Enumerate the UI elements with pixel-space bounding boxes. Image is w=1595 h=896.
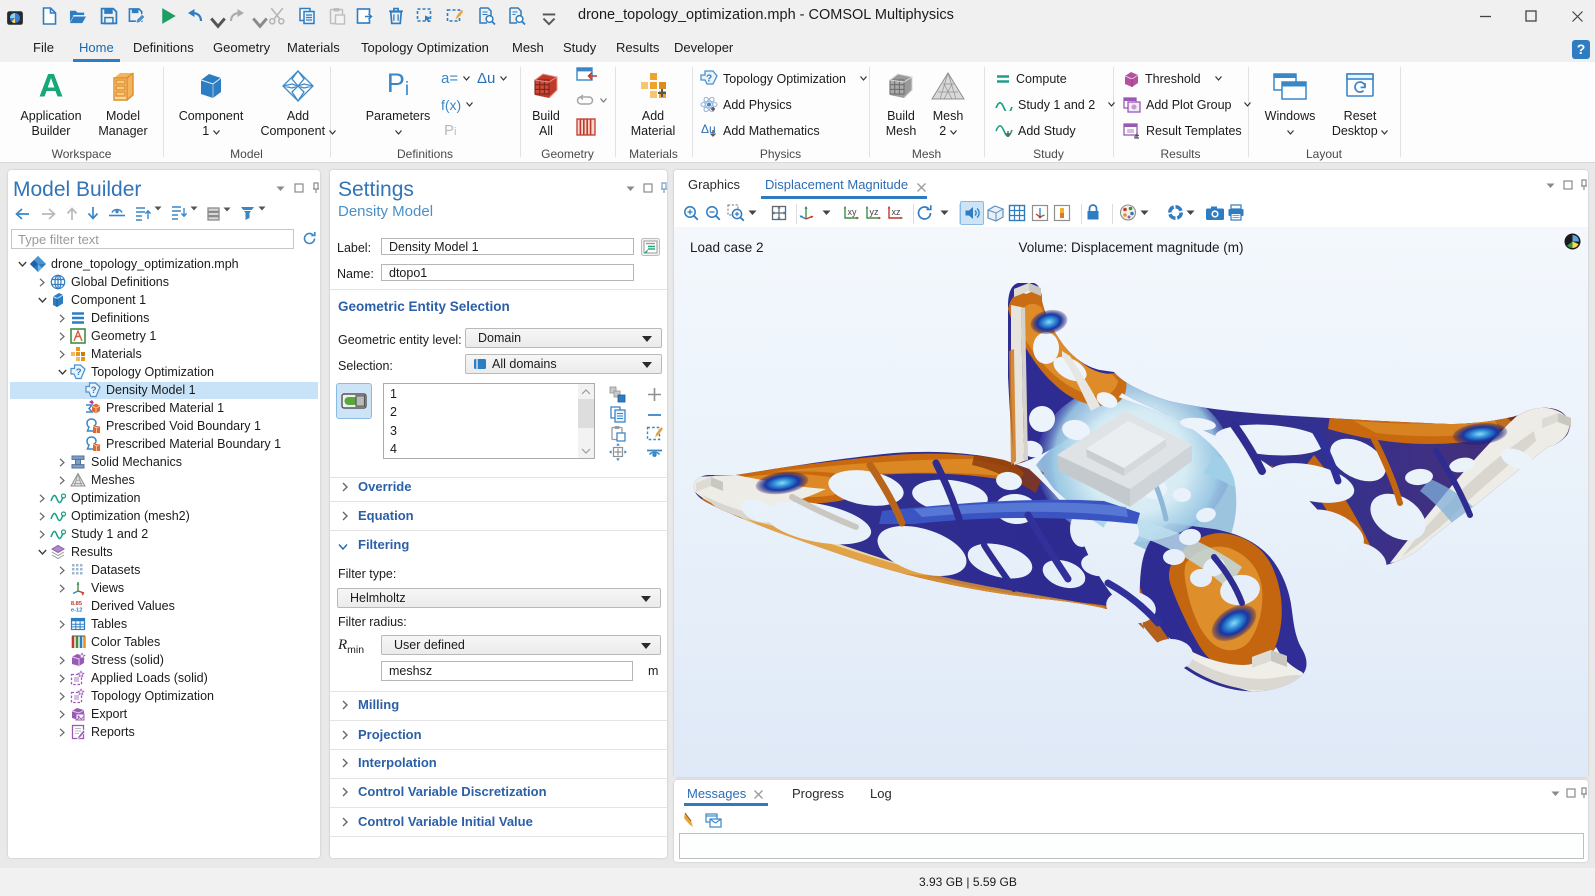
svg-text:e-12: e-12	[71, 607, 83, 613]
svg-text:yz: yz	[870, 207, 880, 217]
svg-text:8.85: 8.85	[71, 601, 83, 607]
svg-text:xz: xz	[892, 207, 902, 217]
svg-text:?: ?	[76, 367, 82, 378]
svg-text:?: ?	[91, 385, 97, 396]
svg-text:?: ?	[706, 74, 712, 85]
svg-text:xy: xy	[848, 207, 858, 217]
